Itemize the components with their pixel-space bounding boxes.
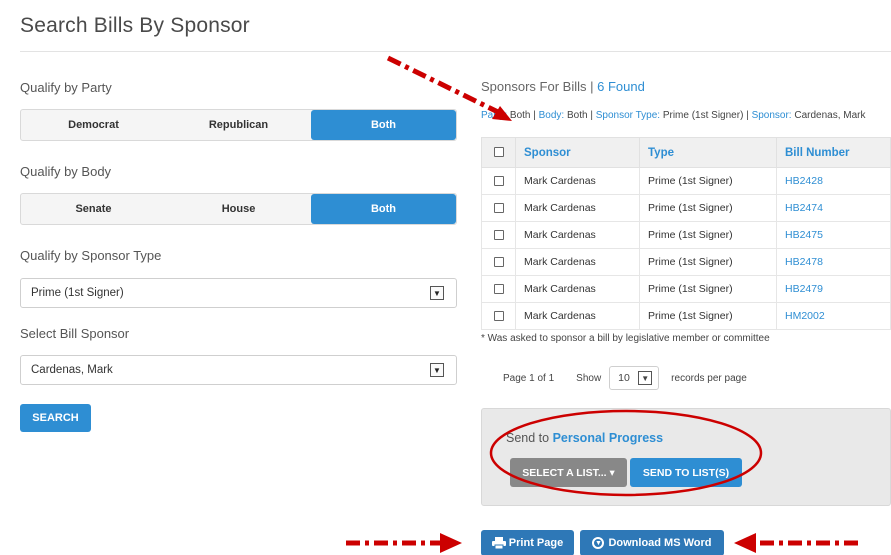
sponsor-select[interactable]: Cardenas, Mark ▼	[20, 355, 457, 385]
results-heading-sep: |	[590, 79, 594, 94]
row-bill-link[interactable]: HB2479	[776, 275, 891, 303]
party-democrat-button[interactable]: Democrat	[21, 110, 166, 140]
table-footnote: * Was asked to sponsor a bill by legisla…	[481, 333, 770, 344]
body-house-button[interactable]: House	[166, 194, 311, 224]
row-sponsor: Mark Cardenas	[515, 302, 640, 330]
row-type: Prime (1st Signer)	[639, 194, 777, 222]
row-bill-link[interactable]: HM2002	[776, 302, 891, 330]
results-heading-text: Sponsors For Bills	[481, 79, 587, 94]
row-bill-link[interactable]: HB2428	[776, 167, 891, 195]
printer-icon	[491, 537, 506, 549]
row-bill-link[interactable]: HB2475	[776, 221, 891, 249]
row-type: Prime (1st Signer)	[639, 302, 777, 330]
sponsor-type-value: Prime (1st Signer)	[31, 287, 124, 299]
row-checkbox[interactable]	[494, 230, 504, 241]
chevron-down-icon[interactable]: ▼	[430, 286, 444, 300]
row-type: Prime (1st Signer)	[639, 167, 777, 195]
arrowhead-icon	[440, 533, 462, 553]
column-header-type[interactable]: Type	[639, 137, 777, 168]
title-divider	[20, 51, 891, 52]
filter-party-value: Both	[509, 110, 531, 121]
page-title: Search Bills By Sponsor	[20, 14, 250, 37]
filter-body-value: Both	[567, 110, 588, 121]
body-toggle: Senate House Both	[20, 193, 457, 225]
table-row: Mark Cardenas Prime (1st Signer) HB2479	[481, 275, 891, 303]
column-header-bill-number[interactable]: Bill Number	[776, 137, 891, 168]
filter-sponsor-value: Cardenas, Mark	[794, 110, 866, 121]
body-both-button[interactable]: Both	[311, 194, 456, 224]
sponsor-type-label: Qualify by Sponsor Type	[20, 248, 162, 263]
filter-sponsor-key: Sponsor:	[751, 110, 792, 121]
records-per-page-label: records per page	[671, 372, 747, 384]
table-header-row: Sponsor Type Bill Number	[481, 137, 891, 168]
results-table: Sponsor Type Bill Number Mark Cardenas P…	[481, 137, 891, 330]
table-row: Mark Cardenas Prime (1st Signer) HB2475	[481, 221, 891, 249]
print-page-button[interactable]: Print Page	[481, 530, 574, 555]
send-to-lists-button[interactable]: SEND TO LIST(S)	[630, 458, 742, 487]
row-sponsor: Mark Cardenas	[515, 221, 640, 249]
party-label: Qualify by Party	[20, 80, 112, 95]
chevron-down-icon[interactable]: ▼	[430, 363, 444, 377]
select-list-dropdown[interactable]: SELECT A LIST... ▾	[510, 458, 627, 487]
row-checkbox[interactable]	[494, 176, 504, 187]
print-page-label: Print Page	[508, 537, 564, 549]
send-panel: Send to Personal Progress SELECT A LIST.…	[481, 408, 891, 506]
page-indicator: Page 1 of 1	[503, 372, 555, 384]
sponsor-value: Cardenas, Mark	[31, 364, 113, 376]
table-row: Mark Cardenas Prime (1st Signer) HB2478	[481, 248, 891, 276]
column-header-sponsor[interactable]: Sponsor	[515, 137, 640, 168]
row-bill-link[interactable]: HB2474	[776, 194, 891, 222]
party-toggle: Democrat Republican Both	[20, 109, 457, 141]
party-republican-button[interactable]: Republican	[166, 110, 311, 140]
results-heading: Sponsors For Bills | 6 Found	[481, 79, 645, 94]
send-to-label: Send to Personal Progress	[506, 431, 663, 445]
row-checkbox[interactable]	[494, 257, 504, 268]
row-checkbox[interactable]	[494, 311, 504, 322]
row-sponsor: Mark Cardenas	[515, 167, 640, 195]
table-row: Mark Cardenas Prime (1st Signer) HB2428	[481, 167, 891, 195]
table-row: Mark Cardenas Prime (1st Signer) HM2002	[481, 302, 891, 330]
send-to-target: Personal Progress	[552, 431, 664, 445]
row-checkbox[interactable]	[494, 203, 504, 214]
row-sponsor: Mark Cardenas	[515, 248, 640, 276]
records-per-page-select[interactable]: 10 ▼	[609, 366, 660, 390]
results-count: 6 Found	[597, 79, 645, 94]
row-type: Prime (1st Signer)	[639, 275, 777, 303]
filter-summary: Party: Both | Body: Both | Sponsor Type:…	[481, 110, 866, 121]
filter-body-key: Body:	[538, 110, 565, 121]
row-type: Prime (1st Signer)	[639, 248, 777, 276]
download-icon: ▼	[592, 537, 605, 549]
select-all-checkbox[interactable]	[494, 147, 504, 158]
filter-type-key: Sponsor Type:	[595, 110, 661, 121]
search-button[interactable]: SEARCH	[20, 404, 91, 432]
row-sponsor: Mark Cardenas	[515, 194, 640, 222]
show-label: Show	[576, 372, 602, 384]
filter-party-key: Party:	[481, 110, 508, 121]
records-per-page-value: 10	[618, 372, 630, 384]
row-checkbox[interactable]	[494, 284, 504, 295]
row-sponsor: Mark Cardenas	[515, 275, 640, 303]
download-word-label: Download MS Word	[608, 537, 712, 549]
send-to-prefix: Send to	[506, 431, 550, 445]
sponsor-type-select[interactable]: Prime (1st Signer) ▼	[20, 278, 457, 308]
row-type: Prime (1st Signer)	[639, 221, 777, 249]
row-bill-link[interactable]: HB2478	[776, 248, 891, 276]
filter-type-value: Prime (1st Signer)	[662, 110, 744, 121]
download-word-button[interactable]: ▼ Download MS Word	[580, 530, 724, 555]
body-senate-button[interactable]: Senate	[21, 194, 166, 224]
pager: Page 1 of 1 Show 10 ▼ records per page	[503, 366, 747, 390]
sponsor-label: Select Bill Sponsor	[20, 326, 130, 341]
arrowhead-icon	[734, 533, 756, 553]
chevron-down-icon[interactable]: ▼	[638, 371, 653, 385]
party-both-button[interactable]: Both	[311, 110, 456, 140]
body-label: Qualify by Body	[20, 164, 112, 179]
table-row: Mark Cardenas Prime (1st Signer) HB2474	[481, 194, 891, 222]
